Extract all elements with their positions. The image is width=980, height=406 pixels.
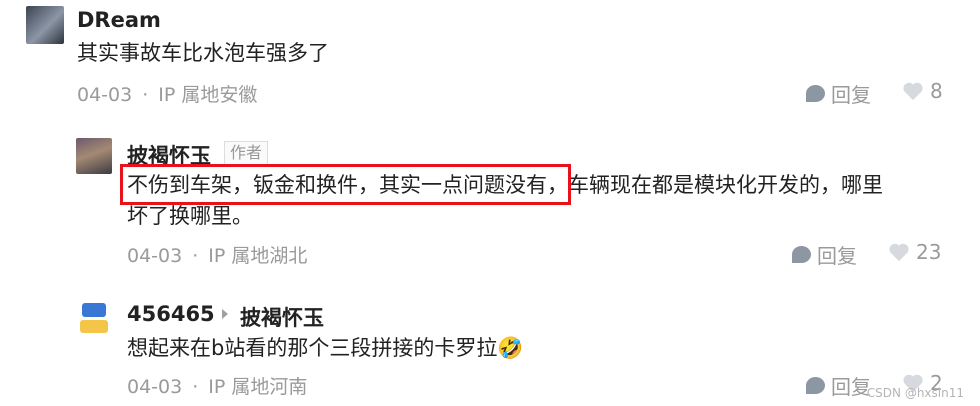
comment-meta: 04-03 · IP 属地安徽 (77, 80, 257, 107)
like-button[interactable]: 23 (888, 240, 941, 264)
comment-username[interactable]: 456465 (127, 302, 215, 326)
avatar[interactable] (76, 138, 112, 174)
comment-meta: 04-03 · IP 属地湖北 (127, 241, 307, 268)
reply-button[interactable]: 回复 (806, 79, 871, 108)
meta-separator: · (192, 376, 199, 398)
like-button[interactable]: 8 (902, 79, 943, 103)
reply-to-arrow-icon (222, 309, 228, 319)
watermark: CSDN @hxsln11 (866, 386, 964, 400)
author-badge: 作者 (224, 141, 269, 165)
comment-bubble-icon (806, 377, 825, 394)
comment-location: IP 属地安徽 (158, 84, 258, 106)
comment-bubble-icon (792, 246, 811, 263)
comment-text: 其实事故车比水泡车强多了 (77, 41, 329, 65)
comment-date: 04-03 (127, 376, 183, 398)
comment-date: 04-03 (77, 84, 133, 106)
ticket-icon-blue (82, 303, 106, 317)
like-count: 8 (930, 79, 943, 103)
meta-separator: · (192, 245, 199, 267)
comment-username[interactable]: DReam (77, 8, 161, 32)
avatar[interactable] (76, 300, 112, 336)
comment-location: IP 属地湖北 (208, 245, 308, 267)
reply-button[interactable]: 回复 (806, 371, 871, 400)
heart-icon (903, 82, 923, 101)
comment-date: 04-03 (127, 245, 183, 267)
ticket-icon-yellow (80, 320, 108, 333)
meta-separator: · (142, 84, 149, 106)
highlight-box (120, 164, 571, 205)
comment-location: IP 属地河南 (208, 376, 308, 398)
avatar[interactable] (26, 6, 64, 44)
heart-icon (889, 243, 909, 262)
reply-label: 回复 (831, 375, 871, 399)
reply-label: 回复 (817, 244, 857, 268)
comment-text-continuation: 坏了换哪里。 (127, 204, 253, 228)
reply-button[interactable]: 回复 (792, 240, 857, 269)
like-count: 23 (916, 240, 942, 264)
comment-bubble-icon (806, 85, 825, 102)
comment-meta: 04-03 · IP 属地河南 (127, 372, 307, 399)
comment-text: 想起来在b站看的那个三段拼接的卡罗拉🤣 (127, 336, 524, 360)
reply-to-username[interactable]: 披褐怀玉 (240, 302, 324, 332)
reply-label: 回复 (831, 83, 871, 107)
